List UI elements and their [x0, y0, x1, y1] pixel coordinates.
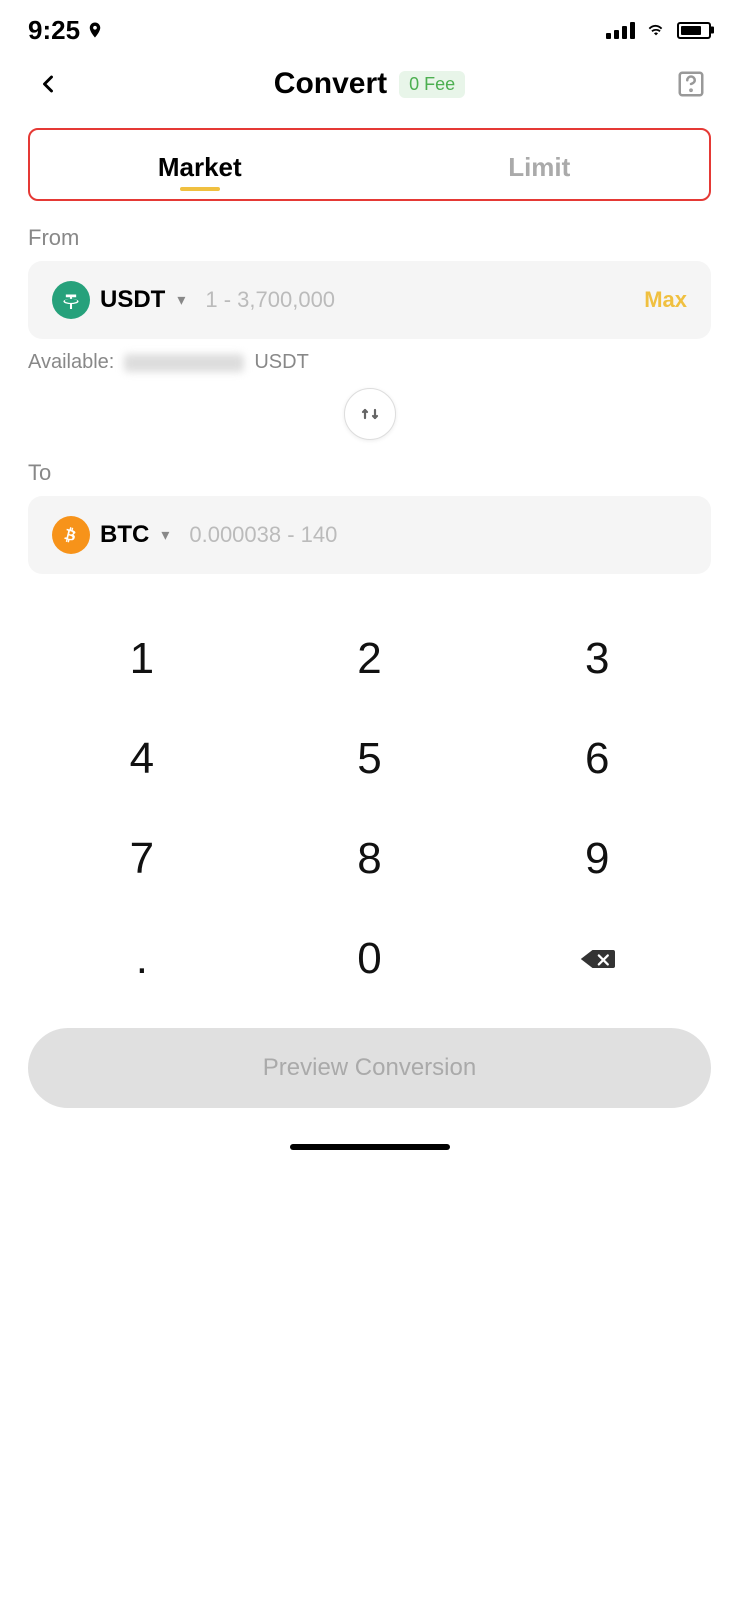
available-row: Available: USDT — [28, 351, 711, 374]
back-button[interactable] — [28, 64, 68, 104]
from-range-placeholder: 1 - 3,700,000 — [205, 287, 644, 313]
bitcoin-symbol — [60, 524, 82, 546]
key-delete[interactable] — [483, 914, 711, 1004]
key-6[interactable]: 6 — [483, 714, 711, 804]
from-currency-name: USDT — [100, 286, 165, 314]
key-1[interactable]: 1 — [28, 614, 256, 704]
from-label: From — [28, 225, 711, 251]
home-indicator — [0, 1128, 739, 1160]
tab-market[interactable]: Market — [30, 130, 370, 199]
preview-button-label: Preview Conversion — [263, 1054, 476, 1081]
home-bar — [290, 1144, 450, 1150]
preview-conversion-button[interactable]: Preview Conversion — [28, 1028, 711, 1108]
key-5[interactable]: 5 — [256, 714, 484, 804]
numpad-row-4: . 0 — [28, 914, 711, 1004]
page-title: Convert — [274, 67, 387, 101]
swap-button[interactable] — [344, 388, 396, 440]
numpad-row-1: 1 2 3 — [28, 614, 711, 704]
back-arrow-icon — [34, 70, 62, 98]
key-8[interactable]: 8 — [256, 814, 484, 904]
header-center: Convert 0 Fee — [274, 67, 465, 101]
usdt-icon — [52, 281, 90, 319]
swap-icon — [358, 402, 382, 426]
to-dropdown-arrow: ▾ — [161, 525, 169, 545]
key-2[interactable]: 2 — [256, 614, 484, 704]
key-7[interactable]: 7 — [28, 814, 256, 904]
battery-icon — [677, 22, 711, 39]
status-time: 9:25 — [28, 15, 104, 46]
available-currency: USDT — [254, 351, 308, 374]
to-currency-selector[interactable]: BTC ▾ — [52, 516, 169, 554]
key-4[interactable]: 4 — [28, 714, 256, 804]
btc-icon — [52, 516, 90, 554]
status-icons — [606, 21, 711, 39]
from-dropdown-arrow: ▾ — [177, 290, 185, 310]
fee-badge: 0 Fee — [399, 71, 465, 98]
numpad-row-3: 7 8 9 — [28, 814, 711, 904]
key-dot[interactable]: . — [28, 914, 256, 1004]
tab-container: Market Limit — [28, 128, 711, 201]
wifi-icon — [645, 22, 667, 38]
key-0[interactable]: 0 — [256, 914, 484, 1004]
numpad: 1 2 3 4 5 6 7 8 9 . 0 — [28, 614, 711, 1004]
to-label: To — [28, 460, 711, 486]
help-button[interactable] — [671, 64, 711, 104]
tether-symbol — [60, 289, 82, 311]
swap-button-container — [0, 388, 739, 440]
help-icon — [676, 69, 706, 99]
to-range-placeholder: 0.000038 - 140 — [189, 522, 687, 548]
from-input-box[interactable]: USDT ▾ 1 - 3,700,000 Max — [28, 261, 711, 339]
to-currency-name: BTC — [100, 521, 149, 549]
available-label: Available: — [28, 351, 114, 374]
tab-market-label: Market — [30, 152, 370, 183]
time-display: 9:25 — [28, 15, 80, 46]
from-currency-selector[interactable]: USDT ▾ — [52, 281, 185, 319]
header: Convert 0 Fee — [0, 54, 739, 120]
max-button[interactable]: Max — [644, 287, 687, 313]
key-9[interactable]: 9 — [483, 814, 711, 904]
signal-bars — [606, 21, 635, 39]
status-bar: 9:25 — [0, 0, 739, 54]
tab-limit-label: Limit — [370, 152, 710, 183]
tab-market-underline — [180, 187, 220, 191]
location-icon — [86, 21, 104, 39]
to-input-box[interactable]: BTC ▾ 0.000038 - 140 — [28, 496, 711, 574]
key-3[interactable]: 3 — [483, 614, 711, 704]
tab-limit[interactable]: Limit — [370, 130, 710, 199]
numpad-row-2: 4 5 6 — [28, 714, 711, 804]
delete-icon — [579, 945, 615, 973]
available-amount-blurred — [124, 354, 244, 372]
